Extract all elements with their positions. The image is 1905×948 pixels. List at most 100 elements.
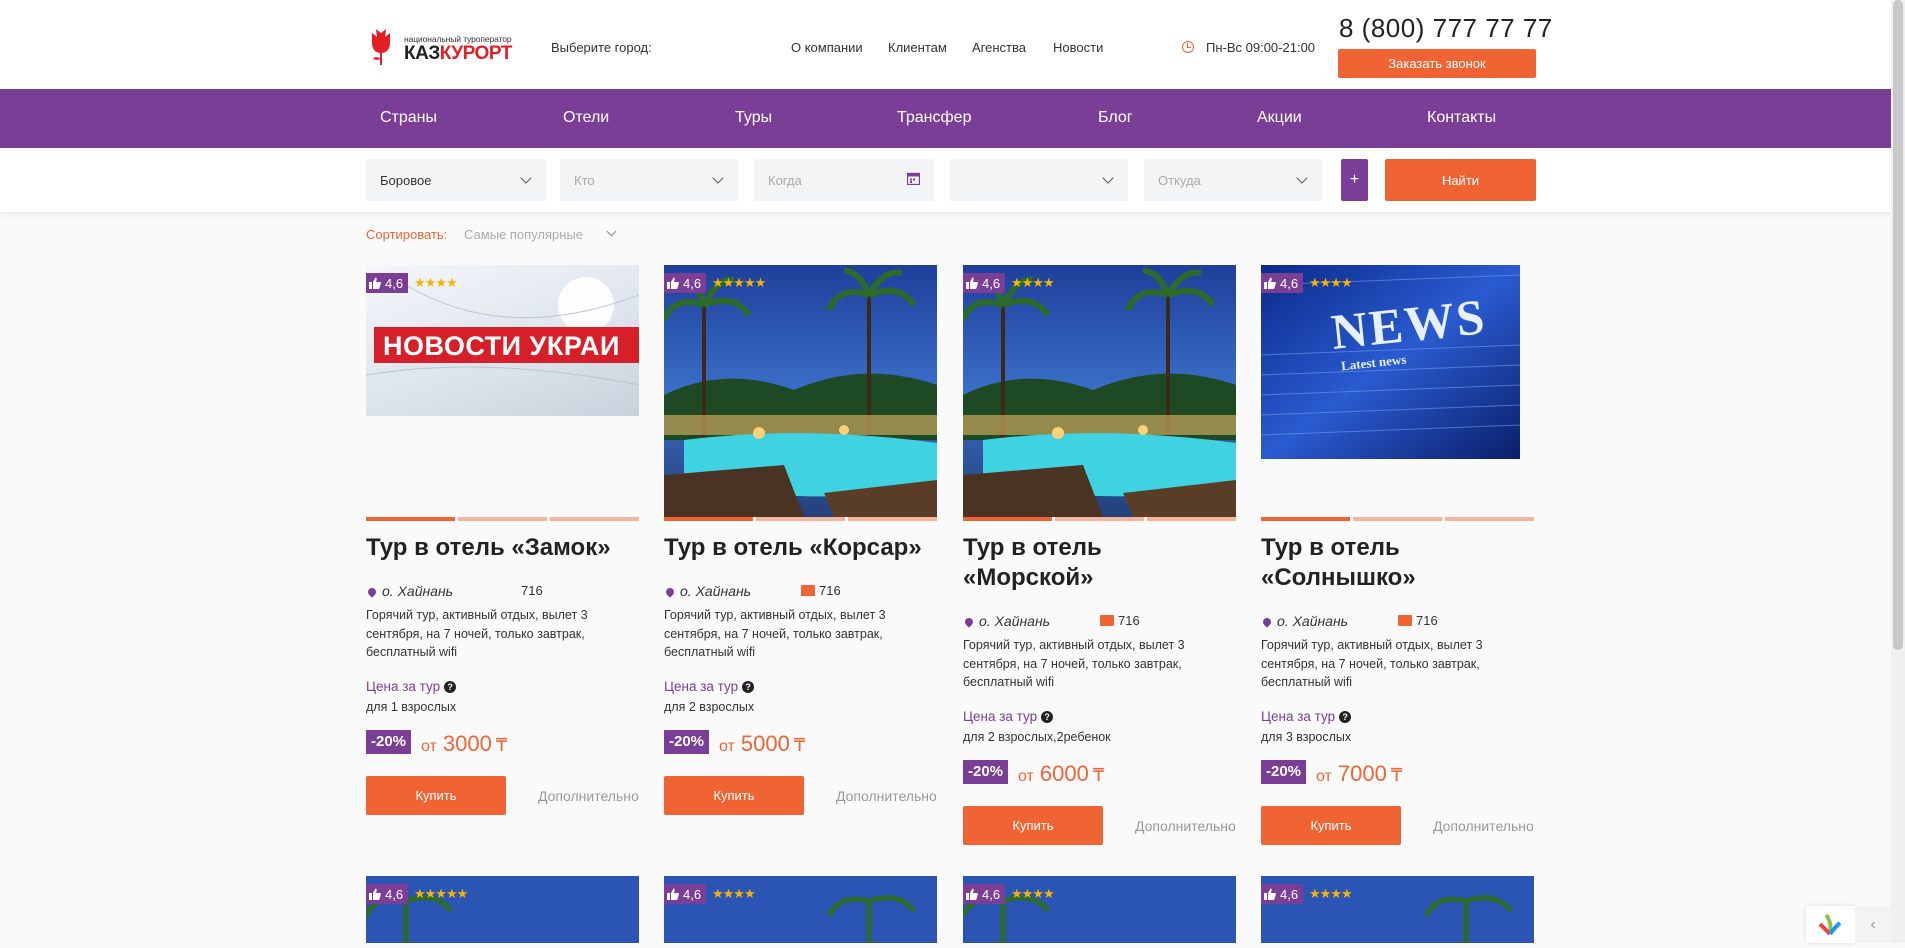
tour-title[interactable]: Тур в отель «Корсар»: [664, 533, 937, 563]
add-filter-button[interactable]: +: [1341, 159, 1368, 201]
reviews-count[interactable]: 716: [819, 583, 841, 598]
help-icon[interactable]: ?: [742, 681, 755, 693]
top-nav-about[interactable]: О компании: [791, 40, 863, 55]
calendar-icon: [907, 172, 920, 185]
location-text: о. Хайнань: [1277, 613, 1349, 629]
more-link[interactable]: Дополнительно: [538, 788, 639, 804]
main-nav-tours[interactable]: Туры: [735, 109, 772, 127]
help-icon[interactable]: ?: [1041, 711, 1054, 723]
help-icon[interactable]: ?: [1339, 711, 1352, 723]
top-nav-clients[interactable]: Клиентам: [888, 40, 947, 55]
image-carousel-indicator[interactable]: [366, 517, 639, 521]
sort-select[interactable]: Самые популярные: [464, 227, 583, 242]
logo-brand-part1: КАЗ: [404, 43, 440, 64]
city-selector[interactable]: Выберите город:: [551, 40, 652, 55]
image-headline: НОВОСТИ УКРАИ: [383, 331, 620, 361]
thumbs-up-icon: [966, 888, 978, 900]
scrollbar-thumb[interactable]: [1893, 0, 1903, 650]
main-nav: Страны Отели Туры Трансфер Блог Акции Ко…: [0, 89, 1905, 148]
carousel-dot-active[interactable]: [963, 517, 1052, 521]
rating-badge: 4,6: [664, 884, 707, 904]
price-amount: 6000: [1039, 761, 1089, 786]
carousel-dot[interactable]: [1445, 517, 1534, 521]
clock-icon: [1182, 41, 1194, 53]
date-input[interactable]: Когда: [754, 159, 934, 201]
image-carousel-indicator[interactable]: [664, 517, 937, 521]
logo[interactable]: национальный туроператор КАЗКУРОРТ: [365, 26, 525, 68]
tour-title[interactable]: Тур в отель «Солнышко»: [1261, 533, 1534, 593]
buy-button[interactable]: Купить: [1261, 806, 1401, 845]
rating-value: 4,6: [1280, 886, 1299, 902]
assistant-widget[interactable]: [1806, 906, 1855, 943]
who-select[interactable]: Кто: [560, 159, 738, 201]
tour-card[interactable]: 4,6 ★★★★★: [366, 876, 639, 943]
star-rating: ★★★★: [1011, 275, 1055, 290]
buy-button[interactable]: Купить: [664, 776, 804, 815]
rating-badge: 4,6: [1261, 273, 1304, 293]
reviews-count[interactable]: 716: [1416, 613, 1438, 628]
currency-sign: ₸: [793, 735, 806, 755]
more-link[interactable]: Дополнительно: [1433, 818, 1534, 834]
top-nav-agencies[interactable]: Агенства: [972, 40, 1026, 55]
rating-value: 4,6: [683, 886, 702, 902]
carousel-dot-active[interactable]: [1261, 517, 1350, 521]
reviews-count[interactable]: 716: [521, 583, 543, 598]
tour-price: от 5000 ₸: [719, 731, 805, 757]
carousel-dot-active[interactable]: [664, 517, 753, 521]
carousel-dot[interactable]: [1147, 517, 1236, 521]
collapse-widget-button[interactable]: ‹: [1855, 906, 1891, 943]
working-hours: Пн-Вс 09:00-21:00: [1206, 40, 1316, 55]
more-link[interactable]: Дополнительно: [836, 788, 937, 804]
tour-image[interactable]: 4,6 ★★★★: [963, 265, 1236, 517]
main-nav-contacts[interactable]: Контакты: [1427, 109, 1496, 127]
from-select[interactable]: Откуда: [1144, 159, 1322, 201]
image-carousel-indicator[interactable]: [1261, 517, 1534, 521]
carousel-dot[interactable]: [458, 517, 547, 521]
main-nav-transfer[interactable]: Трансфер: [897, 109, 971, 127]
buy-button[interactable]: Купить: [366, 776, 506, 815]
extra-select[interactable]: [950, 159, 1128, 201]
carousel-dot[interactable]: [1055, 517, 1144, 521]
top-nav-news[interactable]: Новости: [1053, 40, 1103, 55]
reviews-count[interactable]: 716: [1118, 613, 1140, 628]
find-button[interactable]: Найти: [1385, 159, 1536, 201]
more-link[interactable]: Дополнительно: [1135, 818, 1236, 834]
star-rating: ★★★★: [414, 275, 458, 290]
carousel-dot[interactable]: [1353, 517, 1442, 521]
tour-card[interactable]: 4,6 ★★★★: [1261, 876, 1534, 943]
tour-title[interactable]: Тур в отель «Морской»: [963, 533, 1236, 593]
tour-image[interactable]: НОВОСТИ УКРАИ 4,6 ★★★★: [366, 265, 639, 416]
currency-sign: ₸: [495, 735, 508, 755]
main-nav-countries[interactable]: Страны: [380, 109, 437, 127]
tour-image[interactable]: 4,6 ★★★★★: [664, 265, 937, 517]
tour-title[interactable]: Тур в отель «Замок»: [366, 533, 639, 563]
location-text: о. Хайнань: [979, 613, 1051, 629]
thumbs-up-icon: [369, 888, 381, 900]
carousel-dot[interactable]: [756, 517, 845, 521]
phone-number[interactable]: 8 (800) 777 77 77: [1339, 13, 1553, 44]
destination-select[interactable]: Боровое: [366, 159, 546, 201]
carousel-dot[interactable]: [848, 517, 937, 521]
map-pin-icon: [963, 616, 975, 628]
tour-price: от 7000 ₸: [1316, 761, 1402, 787]
main-nav-hotels[interactable]: Отели: [563, 109, 609, 127]
tour-image[interactable]: NEWS Latest news 4,6 ★★★★: [1261, 265, 1520, 459]
chevron-down-icon[interactable]: [606, 226, 617, 237]
image-carousel-indicator[interactable]: [963, 517, 1236, 521]
thumbs-up-icon: [667, 277, 679, 289]
assistant-logo-icon: [1818, 913, 1842, 936]
date-placeholder: Когда: [768, 173, 802, 188]
chevron-down-icon: [1296, 172, 1308, 184]
discount-badge: -20%: [366, 730, 412, 754]
main-nav-promotions[interactable]: Акции: [1257, 109, 1302, 127]
price-from: от: [719, 738, 735, 755]
tour-card[interactable]: 4,6 ★★★★: [664, 876, 937, 943]
tour-card[interactable]: 4,6 ★★★★: [963, 876, 1236, 943]
carousel-dot[interactable]: [550, 517, 639, 521]
who-placeholder: Кто: [574, 173, 595, 188]
buy-button[interactable]: Купить: [963, 806, 1103, 845]
callback-button[interactable]: Заказать звонок: [1338, 49, 1536, 78]
main-nav-blog[interactable]: Блог: [1098, 109, 1133, 127]
help-icon[interactable]: ?: [444, 681, 457, 693]
carousel-dot-active[interactable]: [366, 517, 455, 521]
